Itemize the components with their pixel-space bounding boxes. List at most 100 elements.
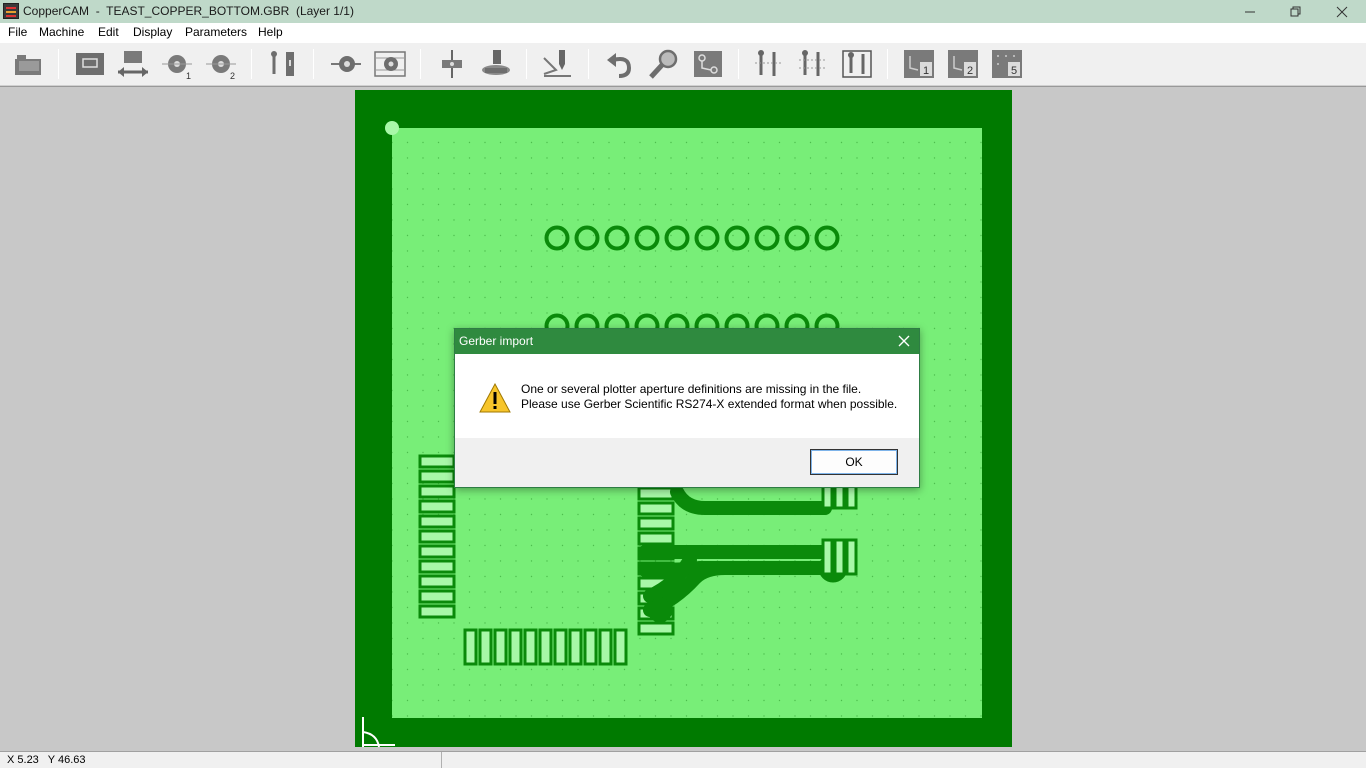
contour-3-icon: [842, 50, 872, 78]
connector-pad: [418, 589, 456, 604]
connector-pad: [418, 454, 456, 469]
track-button[interactable]: [266, 48, 300, 80]
contour-1-button[interactable]: [752, 48, 786, 80]
spot-drill-icon: [442, 50, 462, 78]
pad-icon: [331, 56, 361, 72]
open-file-icon: [15, 55, 41, 75]
dialog-body: One or several plotter aperture definiti…: [455, 354, 919, 438]
title-bar: CopperCAM - TEAST_COPPER_BOTTOM.GBR (Lay…: [0, 0, 1366, 23]
toolbar-separator: [588, 49, 589, 79]
app-icon[interactable]: [3, 3, 19, 19]
layer-5-icon: 5: [992, 50, 1022, 78]
menu-edit[interactable]: Edit: [98, 25, 119, 39]
connector-pad: [418, 499, 456, 514]
undo-button[interactable]: [603, 48, 637, 80]
resize-board-button[interactable]: [116, 48, 150, 80]
connector-pad: [418, 514, 456, 529]
connector-pad: [637, 516, 675, 531]
connector-pad: [418, 484, 456, 499]
spot-drill-button[interactable]: [435, 48, 469, 80]
toolbar-separator: [420, 49, 421, 79]
layer-2-button[interactable]: 2: [946, 48, 980, 80]
toolbar-separator: [58, 49, 59, 79]
engrave-button[interactable]: [541, 48, 575, 80]
open-file-button[interactable]: [11, 48, 45, 80]
menu-parameters[interactable]: Parameters: [185, 25, 247, 39]
layer-5-badge: 5: [1011, 65, 1017, 77]
mill-tool-button[interactable]: [479, 48, 513, 80]
connector-pad: [418, 529, 456, 544]
pad-button[interactable]: [329, 48, 363, 80]
connector-pad: [553, 628, 568, 666]
pad-contour-icon: [374, 51, 406, 77]
toolbar: 1 2 1 2 5: [0, 43, 1366, 86]
connector-pad: [637, 531, 675, 546]
connector-pad: [493, 628, 508, 666]
board-button[interactable]: [73, 48, 107, 80]
toolbar-separator: [738, 49, 739, 79]
drill-1-badge: 1: [186, 71, 191, 80]
layer-2-icon: 2: [948, 50, 978, 78]
status-bar: X 5.23 Y 46.63: [0, 751, 1366, 768]
layer-2-badge: 2: [967, 65, 973, 77]
drill-1-button[interactable]: 1: [160, 48, 194, 81]
connector-pad: [463, 628, 478, 666]
toolbar-separator: [313, 49, 314, 79]
close-button[interactable]: [1319, 0, 1365, 23]
zoom-button[interactable]: [647, 48, 681, 80]
pad-contour-button[interactable]: [373, 48, 407, 80]
close-icon: [1336, 6, 1348, 17]
connector-pads-left: [418, 454, 456, 619]
menu-display[interactable]: Display: [133, 25, 172, 39]
drill-2-button[interactable]: 2: [204, 48, 238, 81]
restore-icon: [1290, 6, 1301, 16]
layer-1-button[interactable]: 1: [902, 48, 936, 80]
track-icon: [271, 51, 294, 76]
connector-pad: [637, 621, 675, 636]
connector-pad: [583, 628, 598, 666]
board-outline-icon: [76, 53, 104, 75]
menu-file[interactable]: File: [8, 25, 27, 39]
dialog-close-button[interactable]: [893, 331, 915, 351]
hatch-button[interactable]: [691, 48, 725, 80]
close-icon: [898, 335, 910, 347]
window-title: CopperCAM - TEAST_COPPER_BOTTOM.GBR (Lay…: [23, 4, 354, 18]
layer-1-badge: 1: [923, 65, 929, 77]
gerber-import-dialog: Gerber import One or several plotter ape…: [454, 328, 920, 488]
connector-pad: [523, 628, 538, 666]
connector-pad: [598, 628, 613, 666]
restore-button[interactable]: [1273, 0, 1319, 23]
toolbar-separator: [526, 49, 527, 79]
connector-pad: [418, 604, 456, 619]
drill-2-badge: 2: [230, 71, 235, 80]
menu-machine[interactable]: Machine: [39, 25, 84, 39]
drill-2-icon: 2: [206, 55, 236, 81]
connector-pad: [508, 628, 523, 666]
connector-pad: [637, 501, 675, 516]
status-divider: [441, 752, 442, 768]
connector-pad: [418, 469, 456, 484]
layer-1-icon: 1: [904, 50, 934, 78]
menu-help[interactable]: Help: [258, 25, 283, 39]
layer-5-button[interactable]: 5: [990, 48, 1024, 80]
mill-tool-icon: [482, 50, 510, 75]
minimize-button[interactable]: [1227, 0, 1273, 23]
drill-1-icon: 1: [162, 55, 192, 81]
connector-pads-bottom: [463, 628, 628, 666]
undo-icon: [607, 53, 632, 78]
connector-pad: [478, 628, 493, 666]
menu-bar: File Machine Edit Display Parameters Hel…: [0, 23, 1366, 43]
ok-button[interactable]: OK: [810, 449, 898, 475]
contour-3-button[interactable]: [840, 48, 874, 80]
toolbar-separator: [251, 49, 252, 79]
connector-pad: [418, 574, 456, 589]
hatch-icon: [694, 51, 722, 77]
dialog-message-line-1: One or several plotter aperture definiti…: [521, 382, 862, 396]
contour-2-button[interactable]: [796, 48, 830, 80]
minimize-icon: [1245, 11, 1255, 12]
connector-pad: [637, 486, 675, 501]
warning-icon: [479, 383, 511, 413]
connector-pad: [418, 544, 456, 559]
connector-pad: [538, 628, 553, 666]
dialog-title-bar[interactable]: Gerber import: [455, 329, 919, 354]
